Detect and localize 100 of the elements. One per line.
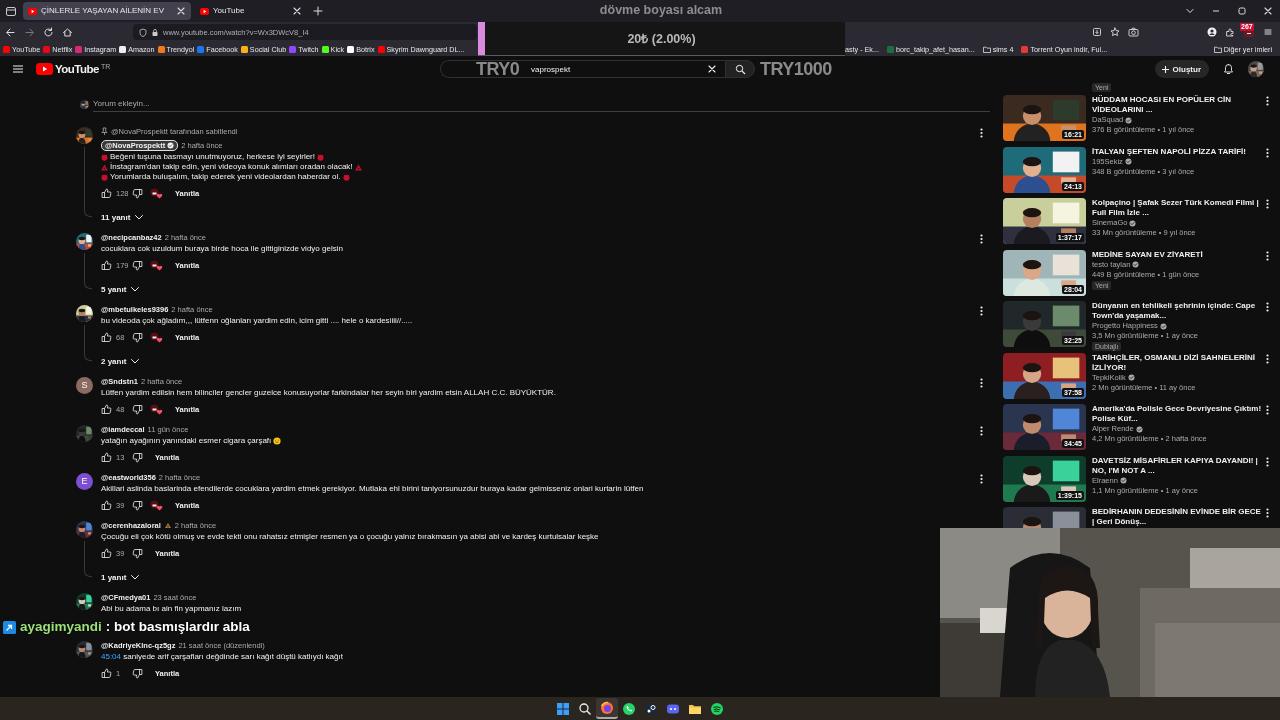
more-icon[interactable]	[980, 377, 983, 388]
puzzle-icon[interactable]	[1225, 27, 1235, 37]
more-icon[interactable]	[1266, 250, 1269, 261]
video-title[interactable]: Dünyanın en tehlikeli şehrinin içinde: Cape Town'da yaşamak...	[1092, 301, 1262, 321]
new-tab-icon[interactable]	[313, 6, 323, 16]
dislike-icon[interactable]	[132, 547, 143, 559]
music-icon	[710, 701, 724, 716]
star-icon[interactable]	[1110, 27, 1120, 37]
video-title[interactable]: TARİHÇİLER, OSMANLI DİZİ SAHNELERİNİ İZLİYOR!	[1092, 352, 1262, 373]
back-icon[interactable]	[5, 26, 16, 38]
like-icon[interactable]	[101, 667, 112, 679]
verified-icon	[167, 141, 175, 149]
close-icon[interactable]	[292, 6, 302, 16]
comment-text: bu videoda çok ağladım,,, lütfenn oğlanları yardim edin, icim gitti .... hele o kardesiiii//.....	[101, 316, 413, 326]
comment-text: cocuklara cok uzuldum buraya birde hoca ile gittiginizde vidyo gelsin	[101, 244, 343, 254]
thread-line	[84, 324, 92, 361]
like-icon[interactable]	[101, 259, 112, 271]
more-icon[interactable]	[1266, 147, 1269, 158]
download-icon[interactable]	[1092, 27, 1102, 37]
more-icon[interactable]	[1266, 456, 1269, 467]
home-icon[interactable]	[62, 26, 73, 38]
more-icon[interactable]	[980, 425, 983, 436]
create-button[interactable]: Oluştur	[1154, 60, 1209, 78]
lock-icon	[151, 27, 159, 37]
menu-icon[interactable]	[1263, 27, 1273, 37]
more-icon[interactable]	[1266, 353, 1269, 364]
comment-text: Beğeni tuşuna basmayı unutmuyoruz, herkese iyi seyirler!	[110, 152, 315, 161]
reload-icon[interactable]	[43, 26, 54, 38]
play-logo-icon	[28, 7, 37, 15]
clear-icon[interactable]	[707, 64, 717, 74]
forward-icon[interactable]	[24, 26, 35, 38]
account-icon[interactable]	[1207, 27, 1217, 37]
dislike-icon[interactable]	[132, 331, 143, 343]
more-icon[interactable]	[980, 473, 983, 484]
more-icon[interactable]	[980, 127, 983, 138]
dislike-icon[interactable]	[132, 451, 143, 463]
folder-icon	[982, 45, 991, 53]
more-icon[interactable]	[1266, 96, 1269, 106]
comment-text: Akillari aslinda baslarinda efendilerde cocuklara yardim etmek gerekiyor. Mutlaka ehl birini taniyorsunuzdur buraya kadar gelmisseniz onlari kurtarin lütfen	[101, 484, 644, 494]
tab-list-icon[interactable]	[5, 5, 17, 17]
restore-icon[interactable]	[1237, 6, 1247, 16]
search-button[interactable]	[725, 60, 755, 78]
comment-text: Çocuğu eli çok kötü olmuş ve evde tekti onu rahatsız etmişler resmen ya o çocuğu yalnız bırakmasın ya abisi abi ve kardeş kurtulsalar keşke	[101, 532, 599, 542]
like-icon[interactable]	[101, 331, 112, 343]
dislike-icon[interactable]	[132, 187, 143, 199]
goal-title: dövme boyası alcam	[599, 3, 723, 18]
close-icon[interactable]	[176, 6, 186, 16]
bell-icon[interactable]	[1223, 63, 1234, 75]
browser-icon	[600, 700, 614, 715]
like-icon[interactable]	[101, 499, 112, 511]
timestamp-link[interactable]: 45:04	[101, 652, 122, 661]
more-icon[interactable]	[1266, 302, 1269, 312]
comment-text: yatağın ayağının yanındaki esmer cigara çarşafı	[101, 436, 272, 446]
dislike-icon[interactable]	[132, 403, 143, 415]
more-icon[interactable]	[1266, 508, 1269, 518]
chat-icon	[622, 701, 636, 716]
search-icon	[578, 701, 592, 716]
comment-text: Yorumlarda buluşalım, takip ederek yeni videolardan haberdar ol.	[110, 172, 341, 182]
video-title[interactable]: İTALYAN ŞEFTEN NAPOLİ PİZZA TARİFİ!	[1092, 146, 1246, 157]
replies-toggle[interactable]: 5 yanıt	[101, 283, 141, 295]
search-icon	[734, 63, 746, 75]
comment-text: 45:04 saniyede arif çarşafları değdinde sarı kağıt düştü katlıydı kağıt	[101, 652, 343, 662]
replies-toggle[interactable]: 11 yanıt	[101, 211, 145, 223]
replies-toggle[interactable]: 1 yanıt	[101, 571, 141, 583]
like-icon[interactable]	[101, 451, 112, 463]
dislike-icon[interactable]	[132, 667, 143, 679]
shield-icon[interactable]	[139, 27, 147, 37]
video-title[interactable]: DAVETSİZ MİSAFİRLER KAPIYA DAYANDI! | NO, I'M NOT A ...	[1092, 455, 1262, 476]
app-icon	[644, 701, 658, 716]
video-title[interactable]: Amerika'da Polisle Gece Devriyesine Çıktım! Polise Küf...	[1092, 404, 1262, 424]
thread-line	[84, 146, 92, 217]
goal-start-label: TRY0	[476, 59, 520, 79]
video-title[interactable]: BEDİRHANIN DEDESİNİN EVİNDE BİR GECE | Geri Dönüş...	[1092, 507, 1262, 527]
video-title[interactable]: MEDİNE SAYAN EV ZİYARETİ	[1092, 249, 1203, 260]
camera-icon[interactable]	[1128, 27, 1139, 37]
play-logo-icon	[36, 63, 53, 75]
comment-text: Lütfen yardim edilsin hem bilinciler gencler guzelce konusuyorlar farkindalar her seyin biri yardim etsin ALLAH C.C. BÜYÜKTÜR.	[101, 388, 556, 398]
more-icon[interactable]	[980, 233, 983, 244]
browser-tab[interactable]: YouTube	[195, 2, 307, 20]
like-icon[interactable]	[101, 403, 112, 415]
like-icon[interactable]	[101, 547, 112, 559]
video-title[interactable]: Kolpaçino | Şafak Sezer Türk Komedi Filmi | Full Film İzle ...	[1092, 198, 1262, 218]
dislike-icon[interactable]	[132, 499, 143, 511]
goal-end-label: TRY1000	[760, 59, 832, 79]
menu-icon[interactable]	[12, 64, 24, 74]
browser-tab[interactable]: ÇİNLERLE YAŞAYAN AİLENİN EV	[23, 2, 191, 20]
caret-icon	[134, 213, 145, 221]
replies-toggle[interactable]: 2 yanıt	[101, 355, 141, 367]
dislike-icon[interactable]	[132, 259, 143, 271]
close-icon[interactable]	[1263, 6, 1273, 16]
more-icon[interactable]	[1266, 405, 1269, 415]
taskbar-button[interactable]	[596, 698, 618, 719]
more-icon[interactable]	[1266, 199, 1269, 209]
comment-field[interactable]: Yorum ekleyin...	[93, 96, 990, 112]
like-icon[interactable]	[101, 187, 112, 199]
video-title[interactable]: HÜDDAM HOCASI EN POPÜLER CİN VİDEOLARINI ...	[1092, 95, 1262, 115]
plus-icon	[1160, 64, 1170, 74]
caret-icon[interactable]	[1185, 6, 1195, 16]
thread-line	[84, 540, 92, 577]
more-icon[interactable]	[980, 305, 983, 316]
